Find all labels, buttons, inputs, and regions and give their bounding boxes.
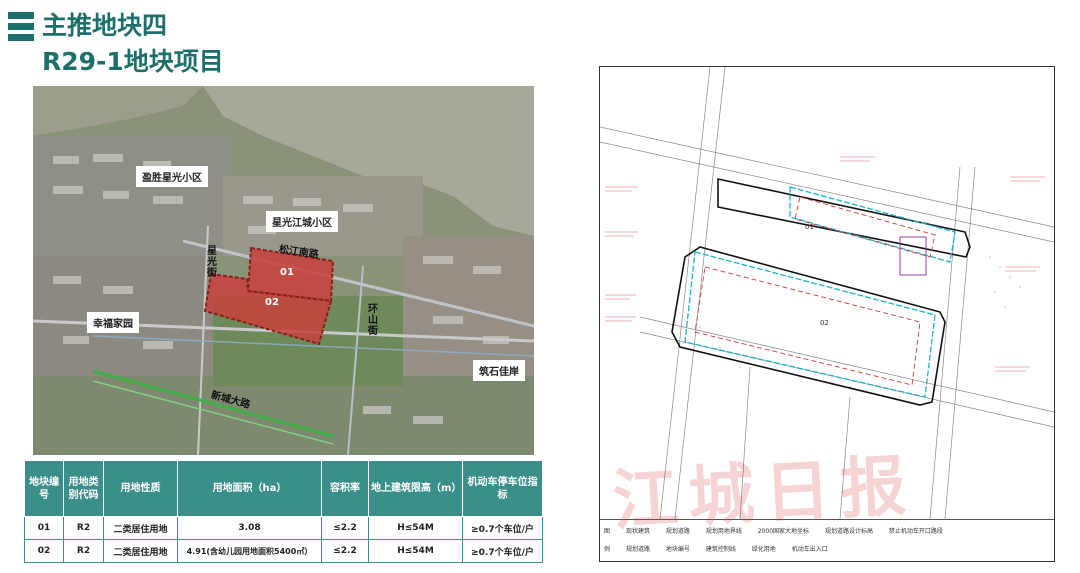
table-cell: 二类居住用地 (103, 516, 178, 540)
table-header: 地块编号 (24, 460, 64, 517)
table-row: 01 R2 二类居住用地 3.08 ≤2.2 H≤54M ≥0.7个车位/户 (24, 516, 543, 540)
map-label-zhuoshi: 筑石佳岸 (473, 360, 525, 381)
plot-info-table: 地块编号 用地类别代码 用地性质 用地面积（ha） 容积率 地上建筑限高（m） … (24, 460, 543, 563)
title-bars-icon (8, 12, 34, 45)
table-header: 地上建筑限高（m） (368, 460, 463, 517)
legend-item: 机动车出入口 (791, 546, 828, 553)
table-header: 机动车停车位指标 (462, 460, 543, 517)
table-cell: 01 (24, 516, 64, 540)
legend-item: 地块编号 (665, 546, 690, 553)
table-row: 02 R2 二类居住用地 4.91(含幼儿园用地面积5400㎡） ≤2.2 H≤… (24, 539, 543, 563)
legend-item: 规划道路 (625, 546, 650, 553)
aerial-map: 盈胜星光小区 星光江城小区 松江南路 星光街 环山街 幸福家园 筑石佳岸 新城大… (33, 86, 534, 455)
table-cell: 3.08 (177, 516, 322, 540)
plan-plot-01-label: 01 (805, 223, 814, 231)
table-cell: ≥0.7个车位/户 (462, 516, 543, 540)
map-label-xingguang: 星光江城小区 (266, 211, 338, 232)
map-plot-02-label: 02 (265, 297, 279, 308)
table-header: 用地性质 (103, 460, 178, 517)
table-cell: ≤2.2 (321, 539, 369, 563)
legend-item: 绿化用地 (751, 546, 776, 553)
table-header: 容积率 (321, 460, 369, 517)
table-header-row: 地块编号 用地类别代码 用地性质 用地面积（ha） 容积率 地上建筑限高（m） … (24, 460, 543, 517)
table-cell: 02 (24, 539, 64, 563)
legend-item: 例 (604, 546, 611, 553)
table-cell: R2 (63, 539, 104, 563)
map-label-yingsheng: 盈胜星光小区 (136, 166, 208, 187)
table-cell: 二类居住用地 (103, 539, 178, 563)
page-subtitle: R29-1地块项目 (42, 47, 224, 76)
table-header: 用地面积（ha） (177, 460, 322, 517)
page-title: 主推地块四 (42, 11, 168, 40)
plan-plot-02-label: 02 (820, 319, 829, 327)
legend-item: 图 (604, 528, 611, 535)
table-cell: ≤2.2 (321, 516, 369, 540)
table-cell: H≤54M (368, 516, 463, 540)
table-cell: R2 (63, 516, 104, 540)
table-header: 用地类别代码 (63, 460, 104, 517)
legend-item: 建筑控制线 (705, 546, 736, 553)
map-plot-01-label: 01 (280, 267, 294, 278)
map-road-huanshan: 环山街 (368, 304, 378, 337)
map-label-xingfu: 幸福家园 (87, 312, 139, 333)
table-cell: 4.91(含幼儿园用地面积5400㎡） (177, 539, 322, 563)
table-cell: H≤54M (368, 539, 463, 563)
newspaper-watermark: 江城日报 (610, 446, 919, 540)
table-cell: ≥0.7个车位/户 (462, 539, 543, 563)
map-road-xingguang: 星光街 (207, 246, 217, 279)
